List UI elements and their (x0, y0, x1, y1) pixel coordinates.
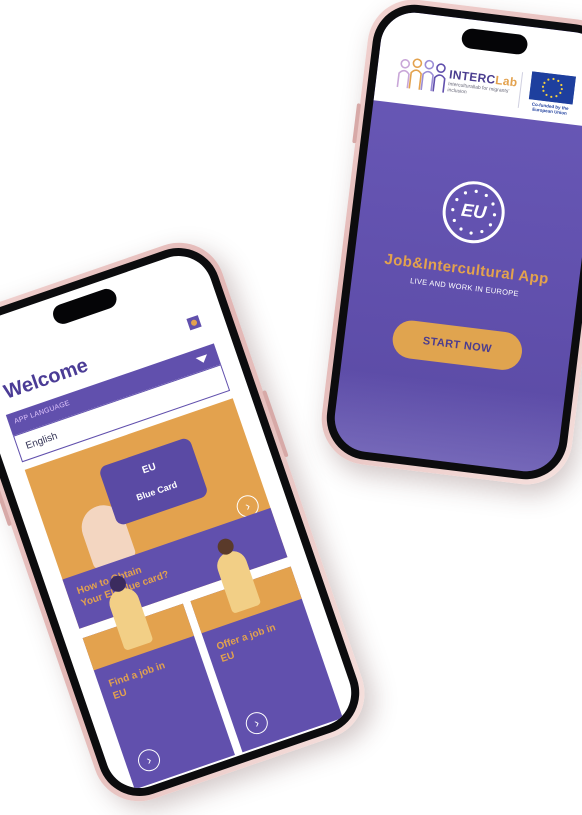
menu-icon[interactable] (186, 315, 202, 331)
phone-home-screen: Welcome APP LANGUAGE English EU Blue Car… (0, 230, 377, 814)
dropdown-caret-icon[interactable] (195, 354, 210, 365)
volume-button (352, 103, 362, 144)
chevron-right-circle-icon[interactable]: › (135, 746, 163, 775)
bluecard-illustration: EU Blue Card (98, 436, 210, 527)
eu-badge: EU (439, 177, 509, 247)
language-value: English (24, 430, 60, 452)
home-screen: Welcome APP LANGUAGE English EU Blue Car… (0, 246, 361, 798)
chevron-right-circle-icon[interactable]: › (242, 709, 271, 738)
start-now-button[interactable]: START NOW (390, 318, 525, 373)
phone-start-screen: INTERCLab Interculturallab for migrants'… (316, 0, 582, 490)
eu-flag-icon (528, 71, 576, 105)
logo-text: INTERCLab Interculturallab for migrants'… (447, 67, 520, 101)
people-logo-icon (396, 58, 446, 93)
